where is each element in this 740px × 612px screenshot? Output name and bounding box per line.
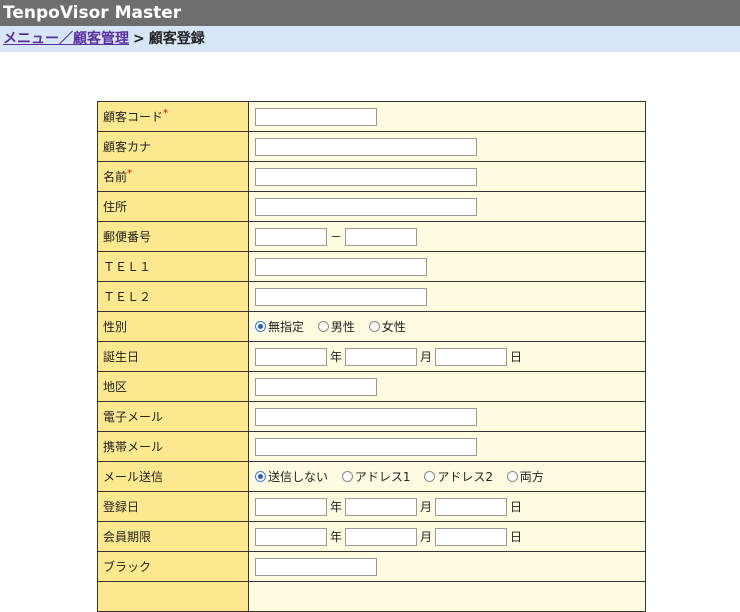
customer-kana-input[interactable] — [255, 137, 477, 156]
gender-label: 性別 — [103, 320, 128, 334]
birthday-day-input[interactable] — [435, 347, 508, 366]
row-mobile-mail: 携帯メール — [97, 431, 646, 462]
register-year-input[interactable] — [255, 497, 327, 516]
region-input[interactable] — [255, 377, 377, 396]
row-postal-code: 郵便番号 － — [97, 221, 646, 252]
row-tel1: ＴＥＬ１ — [97, 251, 646, 282]
tel1-input[interactable] — [255, 257, 427, 276]
mail-send-radio-both[interactable]: 両方 — [506, 468, 544, 485]
member-expiry-label: 会員期限 — [103, 530, 152, 544]
required-mark: * — [127, 168, 133, 179]
row-member-expiry: 会員期限 年 月 日 — [97, 521, 646, 552]
customer-code-input[interactable] — [255, 107, 377, 126]
row-customer-code: 顧客コード* — [97, 101, 646, 132]
mail-send-radio-address1[interactable]: アドレス1 — [341, 468, 410, 485]
radio-icon — [317, 321, 329, 332]
postal-code-input-1[interactable] — [255, 227, 327, 246]
breadcrumb-separator: > — [133, 31, 145, 47]
name-input[interactable] — [255, 167, 477, 186]
month-unit: 月 — [420, 350, 433, 364]
birthday-label: 誕生日 — [103, 350, 140, 364]
year-unit: 年 — [330, 500, 343, 514]
mobile-mail-input[interactable] — [255, 437, 477, 456]
breadcrumb-current: 顧客登録 — [148, 31, 205, 47]
mail-send-radio-none[interactable]: 送信しない — [255, 468, 328, 485]
radio-selected-icon — [255, 321, 266, 332]
required-mark: * — [163, 108, 169, 119]
day-unit: 日 — [510, 530, 523, 544]
register-day-input[interactable] — [435, 497, 508, 516]
row-customer-kana: 顧客カナ — [97, 131, 646, 162]
expiry-day-input[interactable] — [435, 527, 508, 546]
blacklist-label: ブラック — [103, 560, 152, 574]
region-label: 地区 — [103, 380, 128, 394]
postal-code-label: 郵便番号 — [103, 230, 152, 244]
row-region: 地区 — [97, 371, 646, 402]
tel1-label: ＴＥＬ１ — [103, 260, 152, 274]
month-unit: 月 — [420, 500, 433, 514]
name-label: 名前 — [103, 170, 128, 184]
month-unit: 月 — [420, 530, 433, 544]
app-title: TenpoVisor Master — [3, 3, 182, 23]
email-input[interactable] — [255, 407, 477, 426]
radio-icon — [341, 471, 353, 482]
gender-radio-unspecified[interactable]: 無指定 — [255, 318, 304, 335]
radio-icon — [424, 471, 436, 482]
mail-send-label: メール送信 — [103, 470, 164, 484]
row-blacklist: ブラック — [97, 551, 646, 582]
radio-icon — [368, 321, 380, 332]
expiry-month-input[interactable] — [345, 527, 418, 546]
row-gender: 性別 無指定 男性 女性 — [97, 311, 646, 342]
row-name: 名前* — [97, 161, 646, 192]
radio-icon — [506, 471, 518, 482]
gender-radio-male[interactable]: 男性 — [317, 318, 355, 335]
mobile-mail-label: 携帯メール — [103, 440, 164, 454]
row-birthday: 誕生日 年 月 日 — [97, 341, 646, 372]
row-address: 住所 — [97, 191, 646, 222]
expiry-year-input[interactable] — [255, 527, 327, 546]
row-next-partial — [97, 581, 646, 612]
radio-selected-icon — [255, 471, 266, 482]
row-email: 電子メール — [97, 401, 646, 432]
breadcrumb: メニュー／顧客管理 > 顧客登録 — [0, 26, 740, 52]
address-label: 住所 — [103, 200, 128, 214]
register-month-input[interactable] — [345, 497, 418, 516]
breadcrumb-link-customer-management[interactable]: メニュー／顧客管理 — [3, 31, 129, 47]
postal-code-input-2[interactable] — [345, 227, 418, 246]
tel2-label: ＴＥＬ２ — [103, 290, 152, 304]
address-input[interactable] — [255, 197, 477, 216]
gender-radio-female[interactable]: 女性 — [368, 318, 406, 335]
day-unit: 日 — [510, 350, 523, 364]
blacklist-input[interactable] — [255, 557, 377, 576]
row-mail-send: メール送信 送信しない アドレス1 アドレス2 両方 — [97, 461, 646, 492]
birthday-year-input[interactable] — [255, 347, 327, 366]
customer-code-label: 顧客コード — [103, 110, 164, 124]
postal-separator: － — [330, 230, 343, 244]
birthday-month-input[interactable] — [345, 347, 418, 366]
register-date-label: 登録日 — [103, 500, 140, 514]
tel2-input[interactable] — [255, 287, 427, 306]
year-unit: 年 — [330, 530, 343, 544]
mail-send-radio-address2[interactable]: アドレス2 — [424, 468, 493, 485]
customer-form: 顧客コード* 顧客カナ 名前* 住所 郵便番号 － ＴＥＬ１ ＴＥＬ２ 性別 無… — [97, 101, 646, 612]
customer-kana-label: 顧客カナ — [103, 140, 152, 154]
row-register-date: 登録日 年 月 日 — [97, 491, 646, 522]
day-unit: 日 — [510, 500, 523, 514]
app-title-bar: TenpoVisor Master — [0, 0, 740, 26]
row-tel2: ＴＥＬ２ — [97, 281, 646, 312]
year-unit: 年 — [330, 350, 343, 364]
email-label: 電子メール — [103, 410, 164, 424]
